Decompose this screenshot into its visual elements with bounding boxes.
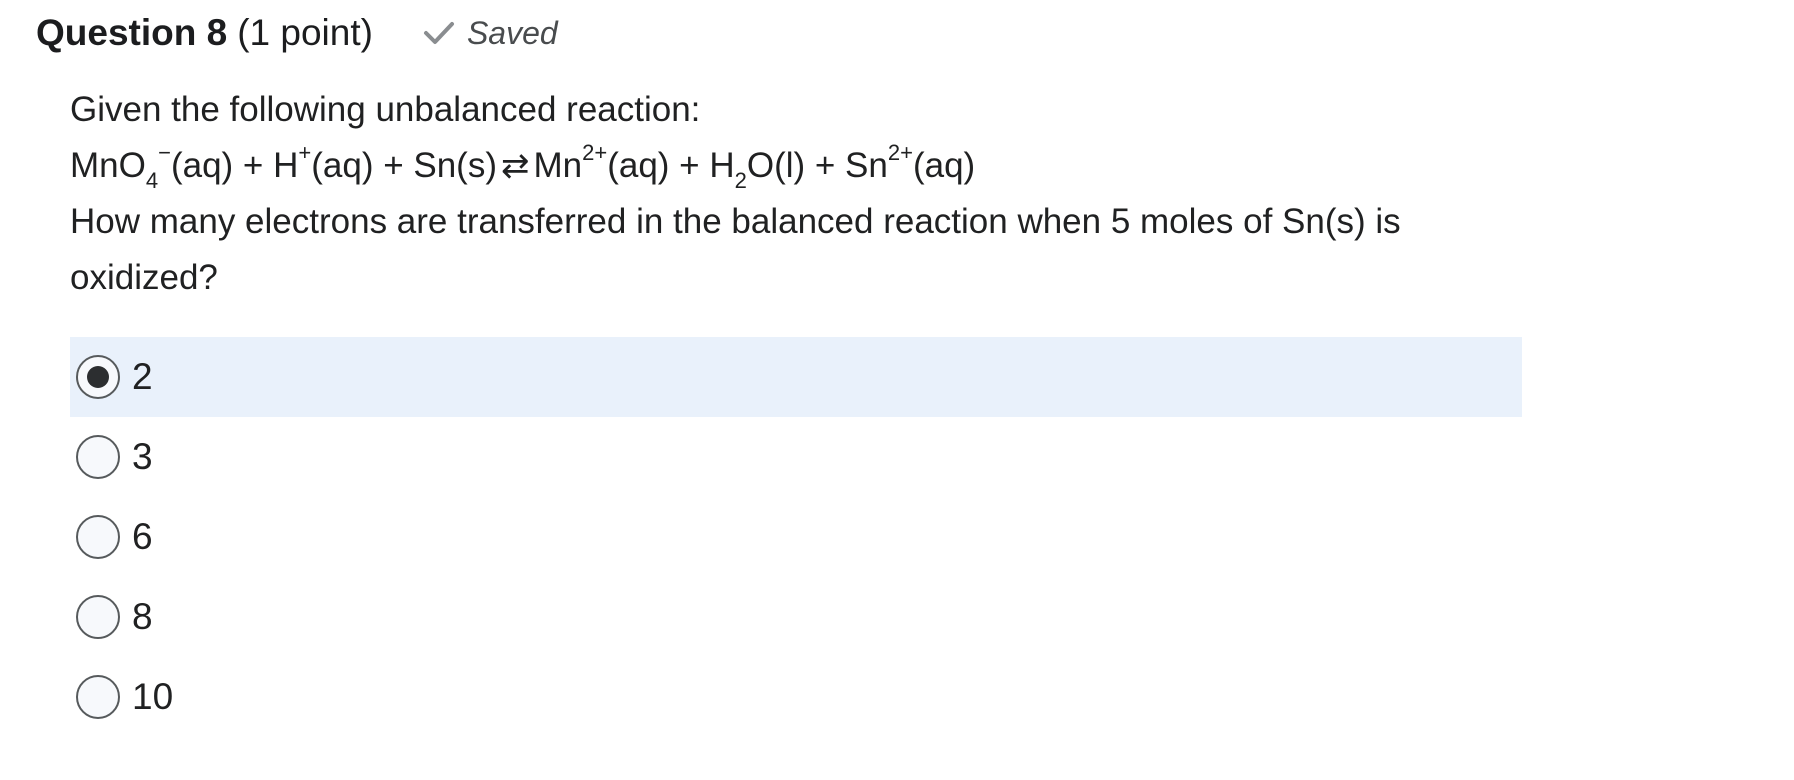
answer-option-2[interactable]: 2 <box>70 337 1522 417</box>
saved-status: Saved <box>423 15 558 52</box>
answer-option-label[interactable]: 6 <box>132 516 153 558</box>
eq-mno4-subscript: 4 <box>145 168 159 193</box>
eq-part-1: (aq) + H <box>170 146 299 185</box>
eq-h2-subscript: 2 <box>734 168 747 193</box>
radio-button[interactable] <box>76 435 120 479</box>
question-prompt: Given the following unbalanced reaction:… <box>70 82 1530 306</box>
eq-sn-charge: 2+ <box>887 140 913 166</box>
answer-option-10[interactable]: 10 <box>70 657 1522 737</box>
answer-options: 2 3 6 8 10 <box>70 337 1522 737</box>
prompt-intro: Given the following unbalanced reaction: <box>70 90 701 129</box>
eq-part-4: O(l) + Sn <box>746 146 888 185</box>
eq-mno4: MnO <box>70 146 146 185</box>
answer-option-8[interactable]: 8 <box>70 577 1522 657</box>
answer-option-label[interactable]: 8 <box>132 596 153 638</box>
eq-mno4-charge: − <box>158 140 171 166</box>
answer-option-label[interactable]: 10 <box>132 676 173 718</box>
checkmark-icon <box>423 22 454 44</box>
answer-option-3[interactable]: 3 <box>70 417 1522 497</box>
radio-button[interactable] <box>76 355 120 399</box>
eq-mn: Mn <box>533 146 583 185</box>
radio-button[interactable] <box>76 595 120 639</box>
eq-h-charge: + <box>298 140 312 166</box>
question-title: Question 8 <box>36 12 228 53</box>
saved-label: Saved <box>466 14 558 51</box>
eq-part-2: (aq) + Sn(s) <box>311 146 497 185</box>
answer-option-6[interactable]: 6 <box>70 497 1522 577</box>
eq-part-3: (aq) + H <box>607 146 735 185</box>
radio-button[interactable] <box>76 675 120 719</box>
radio-button[interactable] <box>76 515 120 559</box>
answer-option-label[interactable]: 2 <box>132 356 153 398</box>
question-header: Question 8 (1 point) Saved <box>36 8 558 58</box>
reaction-equation: MnO4−(aq) + H+(aq) + Sn(s) ⇄ Mn2+(aq) + H2… <box>70 138 1530 194</box>
equilibrium-arrows: ⇄ <box>500 147 530 185</box>
prompt-question: How many electrons are transferred in th… <box>70 202 1401 297</box>
question-points: (1 point) <box>237 12 373 53</box>
eq-mn-charge: 2+ <box>582 140 608 166</box>
eq-part-5: (aq) <box>912 146 976 185</box>
answer-option-label[interactable]: 3 <box>132 436 153 478</box>
radio-selected-dot <box>87 366 109 388</box>
